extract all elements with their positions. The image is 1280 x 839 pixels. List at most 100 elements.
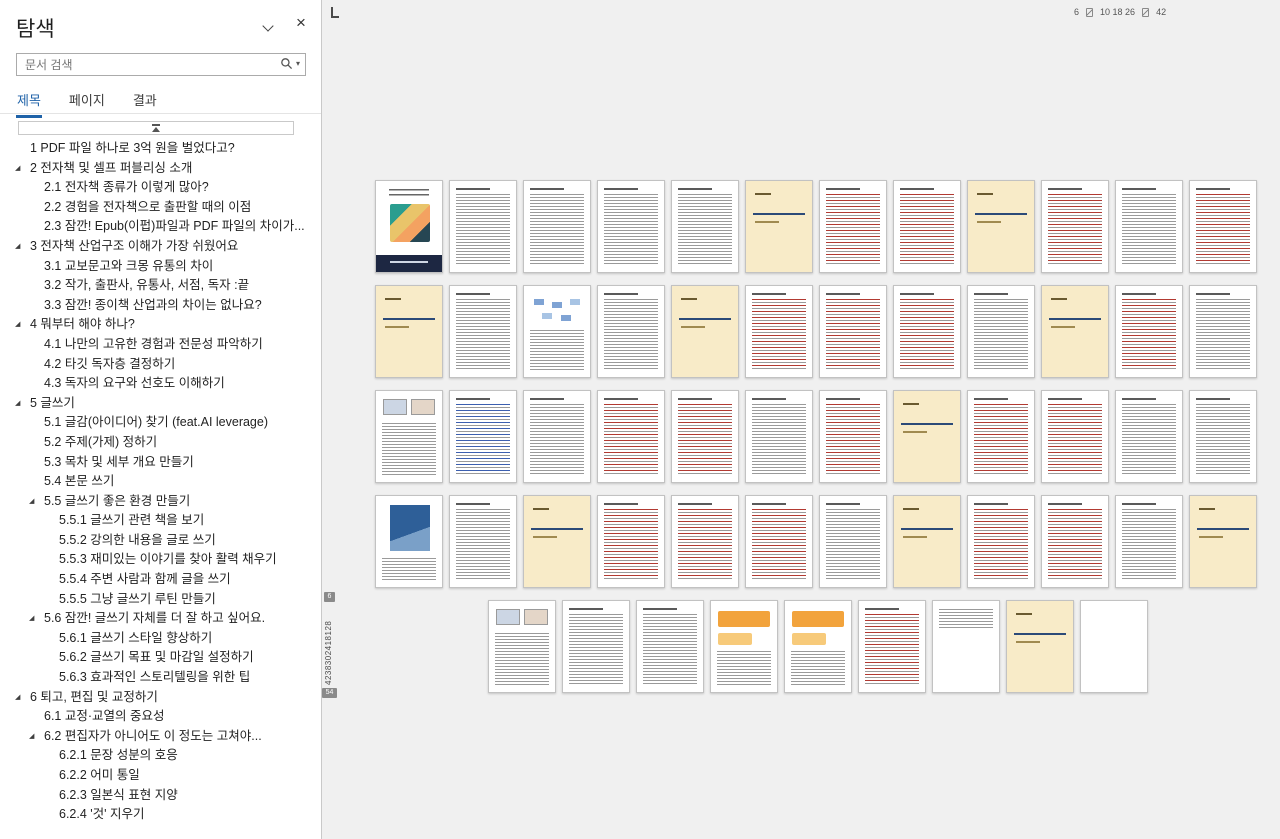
- search-input[interactable]: [17, 54, 305, 75]
- page-thumbnail[interactable]: [523, 285, 591, 378]
- outline-item[interactable]: 6.2.2 어미 통일: [0, 766, 321, 786]
- outline-item[interactable]: 5.4 본문 쓰기: [0, 472, 321, 492]
- page-thumbnail[interactable]: [562, 600, 630, 693]
- page-thumbnail[interactable]: [636, 600, 704, 693]
- close-icon[interactable]: ×: [291, 13, 311, 33]
- outline-item[interactable]: 5.3 목차 및 세부 개요 만들기: [0, 453, 321, 473]
- page-thumbnail[interactable]: [449, 495, 517, 588]
- page-thumbnail[interactable]: [932, 600, 1000, 693]
- outline-item[interactable]: ◢ 2 전자책 및 셀프 퍼블리싱 소개: [0, 159, 321, 179]
- outline-item[interactable]: 3.3 잠깐! 종이책 산업과의 차이는 없나요?: [0, 296, 321, 316]
- page-thumbnail[interactable]: [967, 285, 1035, 378]
- collapse-triangle-icon[interactable]: ◢: [15, 399, 20, 408]
- page-thumbnail[interactable]: [523, 180, 591, 273]
- outline-item[interactable]: 5.5.3 재미있는 이야기를 찾아 활력 채우기: [0, 550, 321, 570]
- page-thumbnail[interactable]: [1041, 180, 1109, 273]
- collapse-triangle-icon[interactable]: ◢: [15, 242, 20, 251]
- outline-item[interactable]: 6.2.1 문장 성분의 호응: [0, 746, 321, 766]
- outline-item[interactable]: ◢ 5 글쓰기: [0, 394, 321, 414]
- outline-item[interactable]: 5.5.2 강의한 내용을 글로 쓰기: [0, 531, 321, 551]
- outline-item[interactable]: 4.2 타깃 독자층 결정하기: [0, 355, 321, 375]
- outline-item[interactable]: 6.2.3 일본식 표현 지양: [0, 786, 321, 806]
- page-thumbnail[interactable]: [671, 285, 739, 378]
- page-thumbnail[interactable]: [1115, 180, 1183, 273]
- collapse-triangle-icon[interactable]: ◢: [15, 693, 20, 702]
- page-thumbnail[interactable]: [1041, 285, 1109, 378]
- page-thumbnail[interactable]: [375, 180, 443, 273]
- page-thumbnail[interactable]: [893, 390, 961, 483]
- page-thumbnail[interactable]: [745, 285, 813, 378]
- outline-item[interactable]: 1 PDF 파일 하나로 3억 원을 벌었다고?: [0, 139, 321, 159]
- outline-item[interactable]: 3.1 교보문고와 크몽 유통의 차이: [0, 257, 321, 277]
- page-thumbnail[interactable]: [449, 285, 517, 378]
- outline-item[interactable]: 2.2 경험을 전자책으로 출판할 때의 이점: [0, 198, 321, 218]
- outline-item[interactable]: 3.2 작가, 출판사, 유통사, 서점, 독자 :끝: [0, 276, 321, 296]
- page-thumbnail[interactable]: [597, 390, 665, 483]
- page-thumbnail[interactable]: [1041, 390, 1109, 483]
- page-thumbnail[interactable]: [671, 495, 739, 588]
- page-thumbnail[interactable]: [523, 390, 591, 483]
- outline-item[interactable]: 5.5.5 그냥 글쓰기 루틴 만들기: [0, 590, 321, 610]
- page-thumbnail[interactable]: [449, 180, 517, 273]
- outline-item[interactable]: ◢ 6.2 편집자가 아니어도 이 정도는 고쳐야...: [0, 727, 321, 747]
- outline-item[interactable]: 6.2.4 '것' 지우기: [0, 805, 321, 825]
- page-thumbnail[interactable]: [1189, 285, 1257, 378]
- page-thumbnail[interactable]: [819, 180, 887, 273]
- page-thumbnail[interactable]: [745, 390, 813, 483]
- outline-item[interactable]: ◢ 3 전자책 산업구조 이해가 가장 쉬웠어요: [0, 237, 321, 257]
- page-thumbnail[interactable]: [819, 495, 887, 588]
- collapse-triangle-icon[interactable]: ◢: [29, 497, 34, 506]
- page-thumbnail[interactable]: [858, 600, 926, 693]
- search-dropdown-arrow-icon[interactable]: ▾: [296, 59, 300, 68]
- page-thumbnail[interactable]: [597, 285, 665, 378]
- page-thumbnail[interactable]: [819, 285, 887, 378]
- outline-item[interactable]: 5.1 글감(아이디어) 찾기 (feat.AI leverage): [0, 413, 321, 433]
- outline-item[interactable]: ◢ 5.6 잠깐! 글쓰기 자체를 더 잘 하고 싶어요.: [0, 609, 321, 629]
- page-thumbnail[interactable]: [893, 285, 961, 378]
- page-thumbnail[interactable]: [523, 495, 591, 588]
- page-thumbnail[interactable]: [597, 495, 665, 588]
- page-thumbnail[interactable]: [745, 495, 813, 588]
- collapse-triangle-icon[interactable]: ◢: [29, 732, 34, 741]
- page-thumbnail[interactable]: [893, 180, 961, 273]
- outline-item[interactable]: 4.3 독자의 요구와 선호도 이해하기: [0, 374, 321, 394]
- page-thumbnail[interactable]: [1080, 600, 1148, 693]
- outline-item[interactable]: 6.1 교정·교열의 중요성: [0, 707, 321, 727]
- jump-to-top-button[interactable]: [18, 121, 294, 135]
- page-thumbnail[interactable]: [375, 390, 443, 483]
- outline-item[interactable]: 4.1 나만의 고유한 경험과 전문성 파악하기: [0, 335, 321, 355]
- page-thumbnail[interactable]: [488, 600, 556, 693]
- page-thumbnail[interactable]: [745, 180, 813, 273]
- outline-item[interactable]: 5.5.4 주변 사람과 함께 글을 쓰기: [0, 570, 321, 590]
- page-thumbnail[interactable]: [1006, 600, 1074, 693]
- outline-item[interactable]: 2.3 잠깐! Epub(이펍)파일과 PDF 파일의 차이가...: [0, 217, 321, 237]
- outline-item[interactable]: 5.6.2 글쓰기 목표 및 마감일 설정하기: [0, 648, 321, 668]
- outline-item[interactable]: 2.1 전자책 종류가 이렇게 많아?: [0, 178, 321, 198]
- page-thumbnail[interactable]: [1115, 390, 1183, 483]
- page-thumbnail[interactable]: [967, 390, 1035, 483]
- page-thumbnail[interactable]: [449, 390, 517, 483]
- page-thumbnail[interactable]: [967, 495, 1035, 588]
- page-thumbnail[interactable]: [375, 495, 443, 588]
- outline-item[interactable]: ◢ 4 뭐부터 해야 하나?: [0, 315, 321, 335]
- outline-item[interactable]: 5.5.1 글쓰기 관련 책을 보기: [0, 511, 321, 531]
- collapse-triangle-icon[interactable]: ◢: [29, 614, 34, 623]
- page-thumbnail[interactable]: [967, 180, 1035, 273]
- page-thumbnail[interactable]: [375, 285, 443, 378]
- page-thumbnail[interactable]: [1115, 285, 1183, 378]
- page-thumbnail[interactable]: [671, 180, 739, 273]
- page-thumbnail[interactable]: [671, 390, 739, 483]
- collapse-triangle-icon[interactable]: ◢: [15, 320, 20, 329]
- page-thumbnail[interactable]: [819, 390, 887, 483]
- outline-item[interactable]: 5.6.1 글쓰기 스타일 향상하기: [0, 629, 321, 649]
- collapse-triangle-icon[interactable]: ◢: [15, 164, 20, 173]
- search-icon[interactable]: [280, 57, 293, 70]
- page-thumbnail[interactable]: [893, 495, 961, 588]
- outline-item[interactable]: ◢ 6 퇴고, 편집 및 교정하기: [0, 688, 321, 708]
- search-icons[interactable]: ▾: [280, 57, 300, 70]
- outline-item[interactable]: 5.2 주제(가제) 정하기: [0, 433, 321, 453]
- page-thumbnail[interactable]: [1189, 390, 1257, 483]
- outline-item[interactable]: ◢ 5.5 글쓰기 좋은 환경 만들기: [0, 492, 321, 512]
- page-thumbnail[interactable]: [1041, 495, 1109, 588]
- page-thumbnail[interactable]: [1189, 180, 1257, 273]
